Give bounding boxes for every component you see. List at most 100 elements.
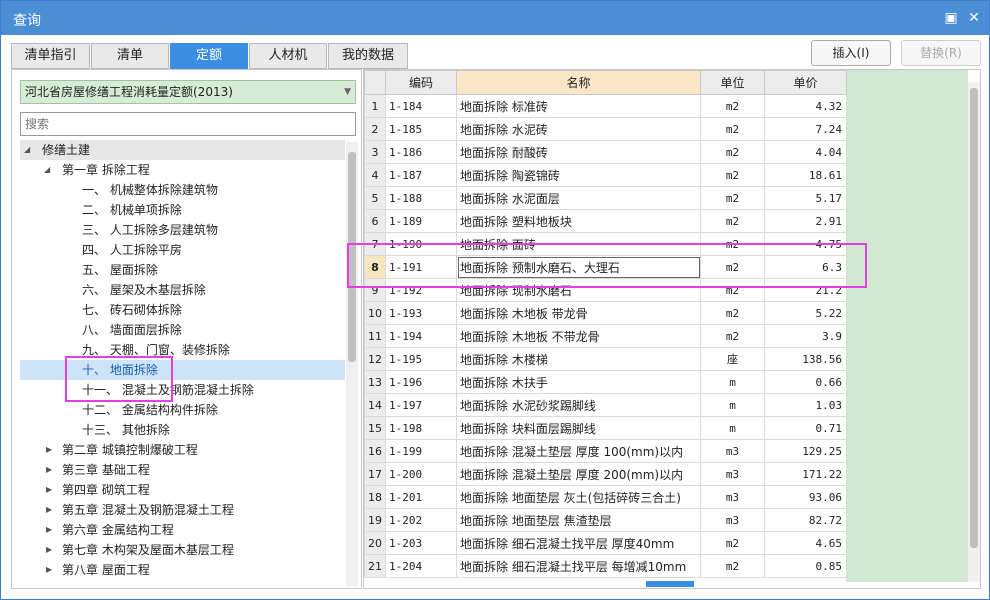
detail-side-area bbox=[846, 70, 968, 582]
table-row[interactable]: 5 1-188 地面拆除 水泥面层 m2 5.17 bbox=[364, 186, 847, 210]
table-row[interactable]: 11 1-194 地面拆除 木地板 不带龙骨 m2 3.9 bbox=[364, 324, 847, 348]
quota-table: 编码 名称 单位 单价 1 1-184 地面拆除 标准砖 m2 4.32 2 1-185 地… bbox=[364, 70, 847, 578]
tree-chapter[interactable]: ▶ 第四章 砌筑工程 bbox=[20, 480, 345, 500]
tree-scrollbar-thumb[interactable] bbox=[348, 152, 356, 362]
cell-unit: m3 bbox=[700, 462, 765, 486]
cell-code: 1-187 bbox=[385, 163, 457, 187]
collapsed-triangle-icon[interactable]: ▶ bbox=[46, 480, 52, 500]
collapsed-triangle-icon[interactable]: ▶ bbox=[46, 500, 52, 520]
table-row[interactable]: 9 1-192 地面拆除 现制水磨石 m2 21.2 bbox=[364, 278, 847, 302]
tree-section[interactable]: 五、 屋面拆除 bbox=[20, 260, 345, 280]
tree-chapter[interactable]: ▶ 第五章 混凝土及钢筋混凝土工程 bbox=[20, 500, 345, 520]
header-price[interactable]: 单价 bbox=[764, 70, 847, 95]
cell-unit: m3 bbox=[700, 485, 765, 509]
table-row[interactable]: 6 1-189 地面拆除 塑料地板块 m2 2.91 bbox=[364, 209, 847, 233]
row-number: 11 bbox=[364, 324, 386, 348]
tree-chapter[interactable]: ▶ 第八章 屋面工程 bbox=[20, 560, 345, 580]
tab-bill-guide[interactable]: 清单指引 bbox=[11, 43, 90, 69]
cell-unit: m2 bbox=[700, 232, 765, 256]
table-row-selected[interactable]: 8 1-191 地面拆除 预制水磨石、大理石 m2 6.3 bbox=[364, 255, 847, 279]
header-unit[interactable]: 单位 bbox=[700, 70, 765, 95]
cell-name: 地面拆除 塑料地板块 bbox=[456, 209, 701, 233]
cell-name: 地面拆除 木扶手 bbox=[456, 370, 701, 394]
cell-price: 6.3 bbox=[764, 255, 847, 279]
tree-section[interactable]: 十三、 其他拆除 bbox=[20, 420, 345, 440]
header-index bbox=[364, 70, 386, 95]
cell-unit: m3 bbox=[700, 508, 765, 532]
cell-price: 3.9 bbox=[764, 324, 847, 348]
table-row[interactable]: 20 1-203 地面拆除 细石混凝土找平层 厚度40mm m2 4.65 bbox=[364, 531, 847, 555]
cell-unit: m2 bbox=[700, 278, 765, 302]
table-row[interactable]: 15 1-198 地面拆除 块料面层踢脚线 m 0.71 bbox=[364, 416, 847, 440]
cell-name: 地面拆除 块料面层踢脚线 bbox=[456, 416, 701, 440]
close-icon[interactable]: ✕ bbox=[964, 8, 984, 28]
maximize-icon[interactable]: ▣ bbox=[941, 8, 961, 28]
tree-section[interactable]: 八、 墙面面层拆除 bbox=[20, 320, 345, 340]
table-row[interactable]: 1 1-184 地面拆除 标准砖 m2 4.32 bbox=[364, 94, 847, 118]
collapsed-triangle-icon[interactable]: ▶ bbox=[46, 560, 52, 580]
replace-button[interactable]: 替换(R) bbox=[901, 40, 981, 66]
row-number: 18 bbox=[364, 485, 386, 509]
tree-chapter-label: 第二章 城镇控制爆破工程 bbox=[62, 443, 198, 457]
table-row[interactable]: 2 1-185 地面拆除 水泥砖 m2 7.24 bbox=[364, 117, 847, 141]
table-row[interactable]: 19 1-202 地面拆除 地面垫层 焦渣垫层 m3 82.72 bbox=[364, 508, 847, 532]
tree-section[interactable]: 十一、 混凝土及钢筋混凝土拆除 bbox=[20, 380, 345, 400]
quota-library-select[interactable]: 河北省房屋修缮工程消耗量定额(2013) ▼ bbox=[20, 80, 356, 104]
header-code[interactable]: 编码 bbox=[385, 70, 457, 95]
expanded-triangle-icon[interactable]: ◢ bbox=[44, 160, 50, 180]
table-row[interactable]: 13 1-196 地面拆除 木扶手 m 0.66 bbox=[364, 370, 847, 394]
collapsed-triangle-icon[interactable]: ▶ bbox=[46, 520, 52, 540]
collapsed-triangle-icon[interactable]: ▶ bbox=[46, 540, 52, 560]
tree-section[interactable]: 九、 天棚、门窗、装修拆除 bbox=[20, 340, 345, 360]
table-row[interactable]: 17 1-200 地面拆除 混凝土垫层 厚度 200(mm)以内 m3 171.22 bbox=[364, 462, 847, 486]
tree-chapter-label: 第三章 基础工程 bbox=[62, 463, 150, 477]
expanded-triangle-icon[interactable]: ◢ bbox=[24, 140, 30, 160]
cell-name: 地面拆除 细石混凝土找平层 厚度40mm bbox=[456, 531, 701, 555]
tree-chapter[interactable]: ◢ 第一章 拆除工程 bbox=[20, 160, 345, 180]
tree-chapter[interactable]: ▶ 第六章 金属结构工程 bbox=[20, 520, 345, 540]
cell-name[interactable]: 地面拆除 预制水磨石、大理石 bbox=[456, 255, 701, 279]
table-row[interactable]: 10 1-193 地面拆除 木地板 带龙骨 m2 5.22 bbox=[364, 301, 847, 325]
tree-scrollbar[interactable] bbox=[346, 142, 358, 586]
tree-section[interactable]: 四、 人工拆除平房 bbox=[20, 240, 345, 260]
tree-root[interactable]: ◢ 修缮土建 bbox=[20, 140, 345, 160]
tree-section-selected[interactable]: 十、 地面拆除 bbox=[20, 360, 345, 380]
tab-my-data[interactable]: 我的数据 bbox=[328, 43, 408, 69]
tree-chapter[interactable]: ▶ 第三章 基础工程 bbox=[20, 460, 345, 480]
tree-section-label: 五、 屋面拆除 bbox=[82, 263, 158, 277]
table-row[interactable]: 3 1-186 地面拆除 耐酸砖 m2 4.04 bbox=[364, 140, 847, 164]
collapsed-triangle-icon[interactable]: ▶ bbox=[46, 460, 52, 480]
tab-bill[interactable]: 清单 bbox=[91, 43, 169, 69]
table-row[interactable]: 16 1-199 地面拆除 混凝土垫层 厚度 100(mm)以内 m3 129.25 bbox=[364, 439, 847, 463]
tree-section[interactable]: 三、 人工拆除多层建筑物 bbox=[20, 220, 345, 240]
table-row[interactable]: 14 1-197 地面拆除 水泥砂浆踢脚线 m 1.03 bbox=[364, 393, 847, 417]
header-name[interactable]: 名称 bbox=[456, 70, 701, 95]
collapsed-triangle-icon[interactable]: ▶ bbox=[46, 440, 52, 460]
insert-button[interactable]: 插入(I) bbox=[811, 40, 891, 66]
tree-section[interactable]: 二、 机械单项拆除 bbox=[20, 200, 345, 220]
tree-section[interactable]: 七、 砖石砌体拆除 bbox=[20, 300, 345, 320]
cell-unit: m2 bbox=[700, 163, 765, 187]
tab-labor-material-machine[interactable]: 人材机 bbox=[249, 43, 327, 69]
table-scrollbar-thumb[interactable] bbox=[970, 88, 978, 548]
tree-chapter[interactable]: ▶ 第七章 木构架及屋面木基层工程 bbox=[20, 540, 345, 560]
splitter-handle[interactable] bbox=[646, 581, 694, 587]
table-row[interactable]: 12 1-195 地面拆除 木楼梯座 138.56 bbox=[364, 347, 847, 371]
query-dialog: 查询 ▣ ✕ 清单指引 清单 定额 人材机 我的数据 插入(I) 替换(R) 河… bbox=[0, 0, 990, 600]
cell-name: 地面拆除 木楼梯 bbox=[456, 347, 701, 371]
tab-quota[interactable]: 定额 bbox=[170, 43, 248, 69]
tree-section[interactable]: 一、 机械整体拆除建筑物 bbox=[20, 180, 345, 200]
table-row[interactable]: 4 1-187 地面拆除 陶瓷锦砖 m2 18.61 bbox=[364, 163, 847, 187]
table-row[interactable]: 7 1-190 地面拆除 面砖 m2 4.75 bbox=[364, 232, 847, 256]
tree-section[interactable]: 十二、 金属结构构件拆除 bbox=[20, 400, 345, 420]
tree-section-label: 十二、 金属结构构件拆除 bbox=[82, 403, 218, 417]
table-scrollbar[interactable] bbox=[968, 82, 980, 582]
cell-price: 0.85 bbox=[764, 554, 847, 578]
cell-unit: m2 bbox=[700, 186, 765, 210]
table-row[interactable]: 18 1-201 地面拆除 地面垫层 灰土(包括碎砖三合土) m3 93.06 bbox=[364, 485, 847, 509]
tree-chapter[interactable]: ▶ 第二章 城镇控制爆破工程 bbox=[20, 440, 345, 460]
search-input[interactable] bbox=[20, 112, 356, 136]
table-row[interactable]: 21 1-204 地面拆除 细石混凝土找平层 每增减10mm m2 0.85 bbox=[364, 554, 847, 578]
cell-name: 地面拆除 标准砖 bbox=[456, 94, 701, 118]
tree-section[interactable]: 六、 屋架及木基层拆除 bbox=[20, 280, 345, 300]
